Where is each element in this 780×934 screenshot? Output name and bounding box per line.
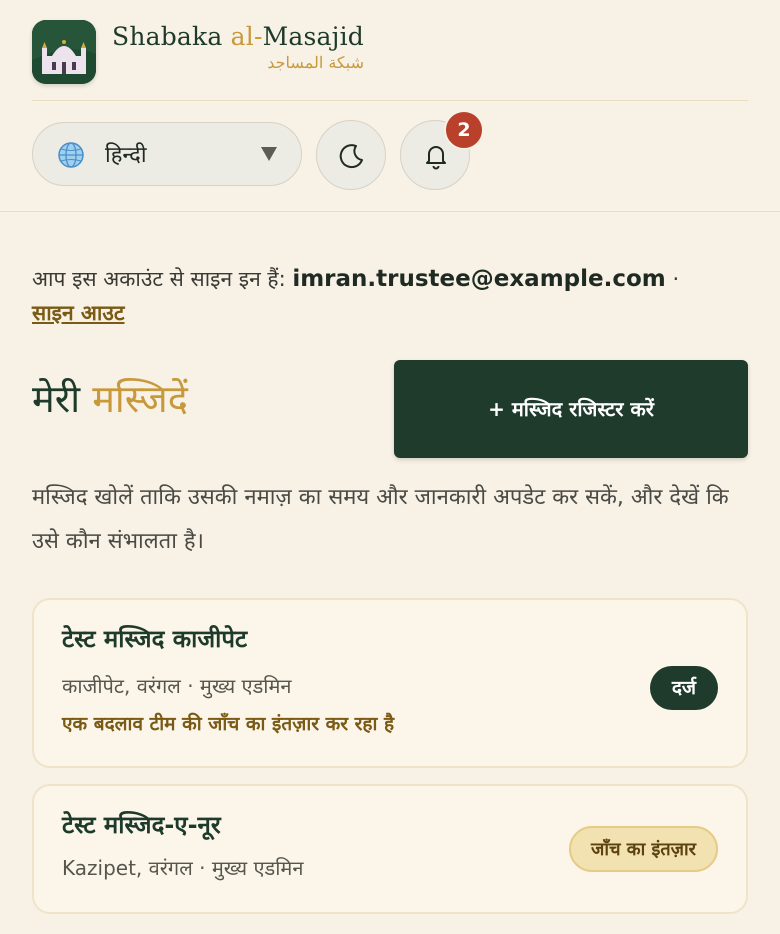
mosque-name: टेस्ट मस्जिद काजीपेट	[62, 625, 248, 653]
mosque-card[interactable]: टेस्ट मस्जिद-ए-नूर Kazipet, वरंगल · मुख्…	[32, 784, 748, 914]
notification-count-badge: 2	[444, 110, 484, 150]
status-badge: जाँच का इंतज़ार	[569, 826, 718, 872]
app-header: Shabaka al-Masajid شبكة المساجد हिन्दी 2	[0, 0, 780, 212]
theme-toggle-button[interactable]	[316, 120, 386, 190]
signin-email: imran.trustee@example.com	[292, 266, 666, 292]
mosque-card[interactable]: टेस्ट मस्जिद काजीपेट काजीपेट, वरंगल · मु…	[32, 598, 748, 768]
caret-down-icon	[261, 147, 277, 161]
moon-icon	[339, 144, 363, 169]
status-badge: दर्ज	[649, 666, 718, 710]
signin-status: आप इस अकाउंट से साइन इन हैं: imran.trust…	[32, 262, 748, 330]
mosque-meta: Kazipet, वरंगल · मुख्य एडमिन	[62, 856, 304, 880]
signout-link[interactable]: साइन आउट	[32, 301, 124, 325]
brand[interactable]: Shabaka al-Masajid شبكة المساجد	[112, 22, 364, 72]
signin-separator: ·	[672, 267, 680, 291]
brand-name: Shabaka al-Masajid	[112, 22, 364, 51]
mosque-logo-icon[interactable]	[32, 20, 96, 84]
mosque-pending-note: एक बदलाव टीम की जाँच का इंतज़ार कर रहा ह…	[62, 713, 395, 735]
mosque-name: टेस्ट मस्जिद-ए-नूर	[62, 811, 221, 839]
header-divider	[32, 100, 748, 101]
page-description: मस्जिद खोलें ताकि उसकी नमाज़ का समय और ज…	[32, 485, 729, 554]
header-bottom-divider	[0, 211, 780, 212]
register-mosque-button[interactable]: + मस्जिद रजिस्टर करें	[394, 360, 748, 458]
signin-prefix: आप इस अकाउंट से साइन इन हैं:	[32, 267, 286, 291]
language-value: हिन्दी	[105, 143, 147, 168]
page-title: मेरी मस्जिदें	[32, 377, 188, 421]
bell-icon	[426, 146, 446, 170]
brand-arabic: شبكة المساجد	[267, 53, 364, 72]
globe-icon	[58, 142, 84, 168]
mosque-meta: काजीपेट, वरंगल · मुख्य एडमिन	[62, 674, 292, 698]
language-select[interactable]: हिन्दी	[32, 122, 302, 186]
